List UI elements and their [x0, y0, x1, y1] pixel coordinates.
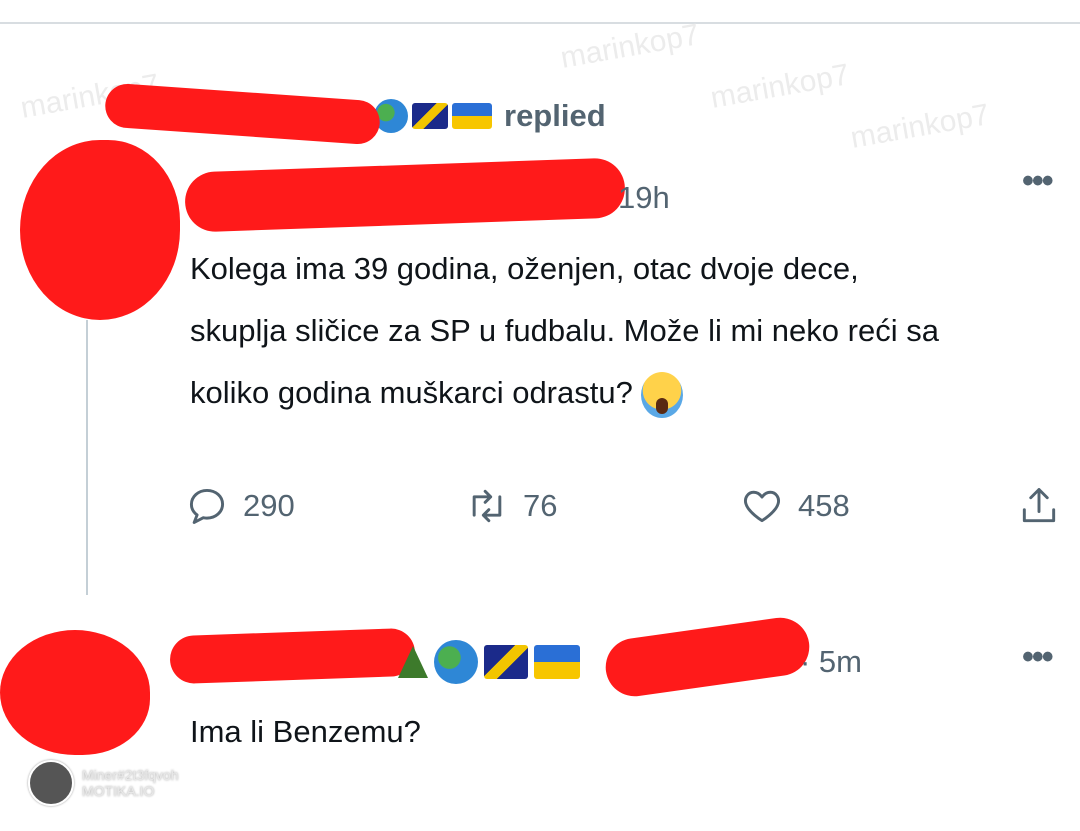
reply-icon	[189, 488, 225, 524]
heart-icon	[744, 490, 780, 523]
watermark-logo-icon	[28, 760, 74, 806]
redacted-author-name[interactable]	[184, 157, 626, 233]
tweet-line-text: koliko godina muškarci odrastu?	[190, 375, 633, 410]
redacted-reply-author-name[interactable]	[169, 627, 416, 685]
reply-timestamp[interactable]: · 5m	[800, 644, 862, 680]
ukraine-flag-emoji-icon	[534, 645, 580, 679]
bosnia-flag-emoji-icon	[484, 645, 528, 679]
retweet-icon	[472, 489, 502, 523]
watermark-line: Miner#2t3fqvoh	[82, 767, 179, 783]
replied-label: replied	[504, 98, 606, 133]
face-screaming-emoji-icon	[641, 371, 684, 418]
reply-author-emojis	[398, 640, 580, 684]
share-button[interactable]	[1017, 484, 1061, 528]
reply-context-header: replied	[340, 96, 606, 136]
tweet-timestamp[interactable]: 19h	[618, 180, 670, 216]
tweet-body: Kolega ima 39 godina, oženjen, otac dvoj…	[190, 238, 939, 424]
background-watermark: marinkop7	[558, 18, 702, 75]
reply-body: Ima li Benzemu?	[190, 714, 421, 749]
tweet-actions-bar: 290 76 458	[185, 480, 1080, 540]
redacted-reply-handle[interactable]	[601, 614, 814, 700]
watermark-line: MOTIKA.IO	[82, 783, 155, 799]
retweet-count: 76	[523, 488, 558, 523]
redacted-username	[103, 82, 382, 146]
redacted-avatar[interactable]	[20, 140, 180, 320]
like-count: 458	[798, 488, 850, 523]
reply-button[interactable]: 290	[185, 484, 295, 528]
background-watermark: marinkop7	[708, 58, 852, 115]
share-icon	[1022, 488, 1056, 523]
reply-more-options-icon[interactable]: •••	[1022, 638, 1054, 677]
bosnia-flag-emoji-icon	[412, 103, 448, 129]
thread-connector-line	[86, 320, 88, 595]
watermark-text: Miner#2t3fqvoh MOTIKA.IO	[82, 767, 179, 799]
ukraine-flag-emoji-icon	[452, 103, 492, 129]
top-divider	[0, 22, 1080, 24]
reply-count: 290	[243, 488, 295, 523]
more-options-icon[interactable]: •••	[1022, 162, 1054, 201]
redacted-reply-avatar[interactable]	[0, 630, 150, 755]
background-watermark: marinkop7	[848, 98, 992, 155]
evergreen-tree-emoji-icon	[398, 646, 428, 678]
globe-emoji-icon	[434, 640, 478, 684]
retweet-button[interactable]: 76	[465, 484, 557, 528]
tweet-line: koliko godina muškarci odrastu?	[190, 362, 939, 424]
tweet-line: skuplja sličice za SP u fudbalu. Može li…	[190, 313, 939, 348]
like-button[interactable]: 458	[740, 484, 850, 528]
site-watermark: Miner#2t3fqvoh MOTIKA.IO	[28, 760, 179, 806]
tweet-line: Kolega ima 39 godina, oženjen, otac dvoj…	[190, 251, 859, 286]
